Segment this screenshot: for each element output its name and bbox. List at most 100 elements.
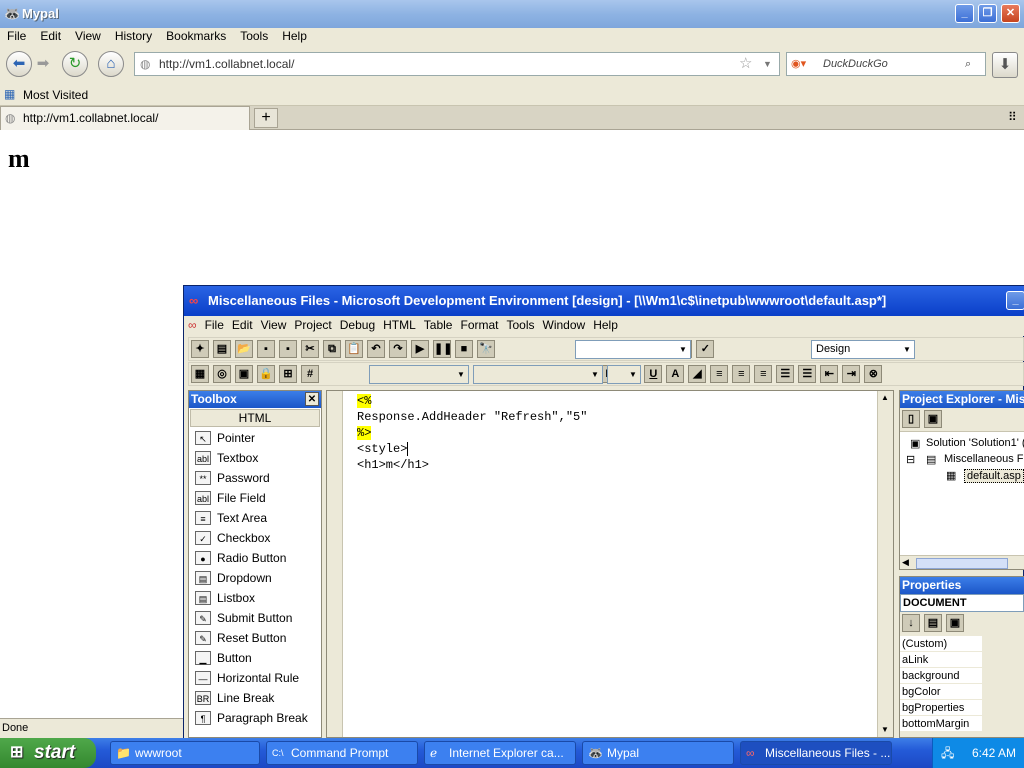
vs-menu-html[interactable]: HTML [379,316,420,334]
view-combo[interactable]: Design ▼ [811,340,915,359]
block-format-combo[interactable]: ▼ [369,365,469,384]
undo-icon[interactable]: ↶ [367,340,385,358]
vs-menu-format[interactable]: Format [456,316,502,334]
task-list-icon[interactable]: ✓ [696,340,715,358]
scroll-left-icon[interactable]: ◀ [902,557,909,568]
toolbox-item-dropdown[interactable]: ▤ Dropdown [189,568,321,588]
task-wwwroot[interactable]: 📁 wwwroot [110,741,260,765]
toolbox-item-checkbox[interactable]: ✓ Checkbox [189,528,321,548]
default-asp-node[interactable]: default.asp [964,469,1024,483]
toolbox-item-password[interactable]: ** Password [189,468,321,488]
scroll-thumb[interactable] [916,558,1008,569]
outdent-icon[interactable]: ⇤ [820,365,839,383]
redo-icon[interactable]: ↷ [389,340,407,358]
grid-icon[interactable]: ◎ [213,365,231,383]
vs-menu-tools[interactable]: Tools [503,316,539,334]
toolbox-close-icon[interactable]: ✕ [305,392,319,406]
font-name-combo[interactable]: ▼ [473,365,603,384]
underline-icon[interactable]: U [644,365,663,383]
view-code-icon[interactable]: ▯ [902,410,920,428]
menu-file[interactable]: File [0,28,33,44]
tab-current[interactable]: ◍ http://vm1.collabnet.local/ [0,106,250,130]
code-line-1[interactable]: <% [357,393,372,409]
scroll-up-icon[interactable]: ▲ [881,393,889,402]
vs-minimize-button[interactable]: _ [1006,291,1024,310]
property-row[interactable]: bgColor [900,684,982,700]
numbered-list-icon[interactable]: ☰ [776,365,795,383]
reload-icon[interactable]: ↻ [62,51,88,77]
vs-menu-file[interactable]: File [201,316,228,334]
code-line-3[interactable]: %> [357,425,372,441]
menu-history[interactable]: History [108,28,159,44]
back-arrow-icon[interactable]: ⬅ [6,51,32,77]
task-mypal[interactable]: 🦝 Mypal [582,741,734,765]
toolbox-item-line-break[interactable]: BR Line Break [189,688,321,708]
scroll-down-icon[interactable]: ▼ [881,725,889,734]
property-row[interactable]: bottomMargin [900,716,982,732]
fore-color-icon[interactable]: A [666,365,685,383]
editor-vertical-scrollbar[interactable]: ▲ ▼ [877,391,893,737]
align-left-icon[interactable]: ≡ [710,365,729,383]
toolbox-item-file-field[interactable]: abl File Field [189,488,321,508]
download-icon[interactable]: ⬇ [992,52,1018,78]
tab-list-icon[interactable]: ⠿ [1008,110,1017,124]
toolbox-item-button[interactable]: ▁ Button [189,648,321,668]
lock-icon[interactable]: 🔒 [257,365,275,383]
menu-bookmarks[interactable]: Bookmarks [159,28,233,44]
pe-horizontal-scrollbar[interactable]: ◀ [900,555,1024,569]
task-misc-files[interactable]: ∞ Miscellaneous Files - ... [740,741,892,765]
url-dropdown-icon[interactable]: ▼ [763,53,772,75]
vs-window[interactable]: ∞ Miscellaneous Files - Microsoft Develo… [183,285,1024,740]
toolbox-group-html[interactable]: HTML [190,409,320,427]
sort-alpha-icon[interactable]: ↓ [902,614,920,632]
frame-icon[interactable]: ▣ [235,365,253,383]
vs-menu-view[interactable]: View [257,316,291,334]
new-project-icon[interactable]: ✦ [191,340,209,358]
vs-title-bar[interactable]: ∞ Miscellaneous Files - Microsoft Develo… [184,286,1024,316]
categorized-icon[interactable]: ▤ [924,614,942,632]
property-row[interactable]: background [900,668,982,684]
code-line-2[interactable]: Response.AddHeader "Refresh","5" [357,409,587,425]
home-icon[interactable]: ⌂ [98,51,124,77]
menu-edit[interactable]: Edit [33,28,68,44]
table-icon[interactable]: ▦ [191,365,209,383]
code-line-4[interactable]: <style>​ [357,441,409,457]
paste-icon[interactable]: 📋 [345,340,363,358]
start-icon[interactable]: ▶ [411,340,429,358]
save-icon[interactable]: ▪ [257,340,275,358]
properties-object-combo[interactable]: DOCUMENT [900,594,1024,612]
new-tab-button[interactable]: + [254,108,278,128]
bullet-list-icon[interactable]: ☰ [798,365,817,383]
task-internet-explorer[interactable]: ℯ Internet Explorer ca... [424,741,576,765]
vs-menu-project[interactable]: Project [290,316,335,334]
network-icon[interactable]: 🖧 [941,738,954,768]
align-right-icon[interactable]: ≡ [754,365,773,383]
forward-arrow-icon[interactable]: ➡ [32,52,54,76]
copy-icon[interactable]: ⧉ [323,340,341,358]
snap-icon[interactable]: # [301,365,319,383]
maximize-button[interactable]: ❐ [978,4,997,23]
toolbox-item-pointer[interactable]: ↖ Pointer [189,428,321,448]
save-all-icon[interactable]: ▪ [279,340,297,358]
vs-menu-window[interactable]: Window [539,316,590,334]
vs-menu-edit[interactable]: Edit [228,316,257,334]
font-size-combo[interactable]: ▼ [607,365,641,384]
duckduckgo-icon[interactable]: ◉▾ [791,53,806,75]
bookmark-star-icon[interactable]: ☆ [739,53,752,75]
search-icon[interactable]: ⌕ [965,53,971,75]
clock[interactable]: 6:42 AM [972,746,1016,760]
url-bar[interactable]: ◍ http://vm1.collabnet.local/ ☆ ▼ [134,52,780,76]
menu-view[interactable]: View [68,28,108,44]
most-visited-bookmark[interactable]: Most Visited [23,88,88,102]
code-editor[interactable]: <% Response.AddHeader "Refresh","5" %> <… [326,390,894,738]
search-box[interactable]: ◉▾ DuckDuckGo ⌕ [786,52,986,76]
expand-collapse-icon[interactable]: ⊟ [906,453,915,466]
pause-icon[interactable]: ❚❚ [433,340,452,358]
hyperlink-icon[interactable]: ⊗ [864,365,883,383]
toolbox-item-horizontal-rule[interactable]: — Horizontal Rule [189,668,321,688]
toolbox-item-reset-button[interactable]: ✎ Reset Button [189,628,321,648]
vs-menu-help[interactable]: Help [589,316,622,334]
toolbox-item-submit-button[interactable]: ✎ Submit Button [189,608,321,628]
code-line-5[interactable]: <h1>m</h1> [357,457,429,473]
close-button[interactable]: ✕ [1001,4,1020,23]
